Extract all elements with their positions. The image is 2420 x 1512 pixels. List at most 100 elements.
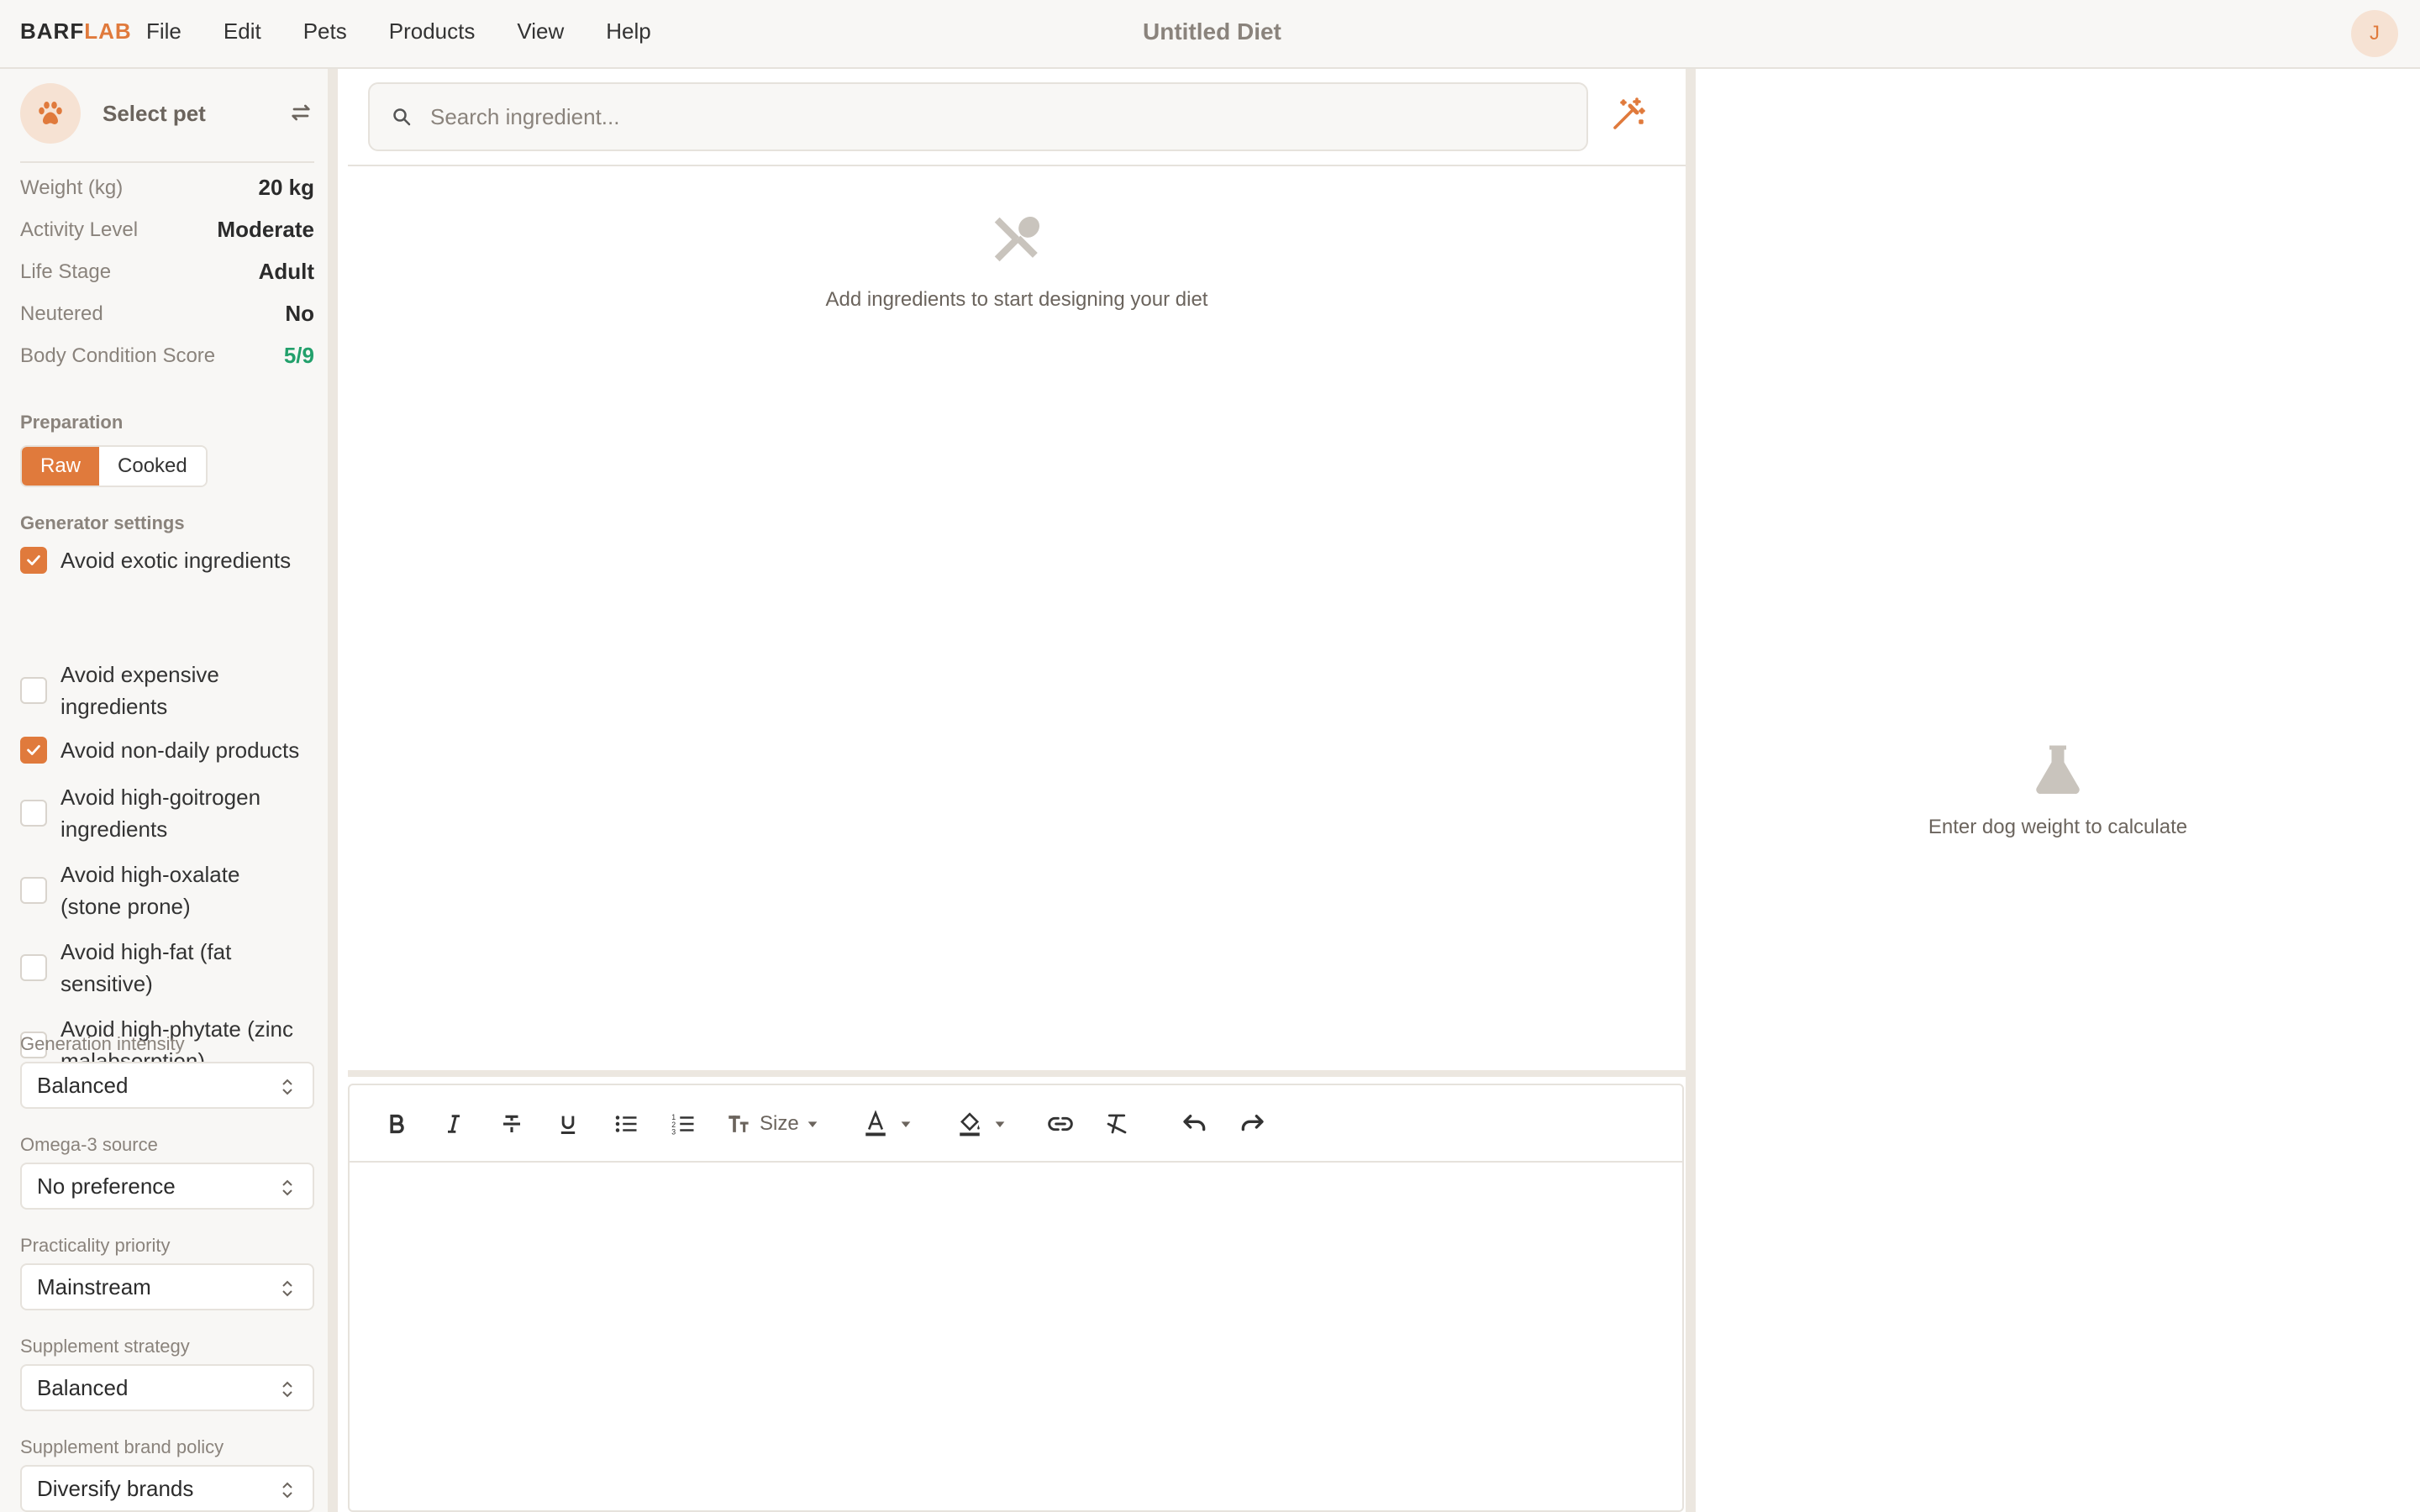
empty-ingredients-state: Add ingredients to start designing your … bbox=[348, 210, 1686, 312]
supplement-brand-policy-select[interactable]: Diversify brands bbox=[20, 1465, 314, 1512]
option-label: Avoid exotic ingredients bbox=[60, 548, 292, 573]
checkbox-unchecked[interactable] bbox=[20, 877, 47, 904]
practicality-priority-select[interactable]: Mainstream bbox=[20, 1263, 314, 1310]
check-icon bbox=[27, 555, 40, 565]
caret-down-icon bbox=[901, 1121, 911, 1127]
chevron-updown-icon bbox=[282, 1280, 292, 1297]
settings-sidebar: Select pet Weight (kg) 20 kg Activity Le… bbox=[0, 69, 338, 1512]
menu-bar: File Edit Pets Products View Help bbox=[146, 18, 693, 45]
menu-help[interactable]: Help bbox=[606, 18, 650, 45]
generator-option[interactable]: Avoid high-goitrogen ingredients bbox=[20, 781, 323, 845]
stat-value: Moderate bbox=[217, 217, 314, 242]
menu-products[interactable]: Products bbox=[389, 18, 476, 45]
select-value: Balanced bbox=[37, 1374, 129, 1400]
document-title[interactable]: Untitled Diet bbox=[1143, 18, 1281, 45]
strikethrough-icon[interactable] bbox=[499, 1107, 524, 1141]
font-size-label: Size bbox=[760, 1112, 799, 1135]
checkbox-checked[interactable] bbox=[20, 737, 47, 764]
pet-selector[interactable]: Select pet bbox=[20, 83, 314, 144]
resize-handle[interactable] bbox=[348, 1070, 1686, 1077]
swap-icon[interactable] bbox=[287, 99, 314, 126]
practicality-priority-label: Practicality priority bbox=[20, 1235, 171, 1256]
stat-weight: Weight (kg) 20 kg bbox=[20, 175, 314, 201]
stat-value: 5/9 bbox=[283, 343, 314, 368]
menu-edit[interactable]: Edit bbox=[224, 18, 261, 45]
notes-editor[interactable]: 123 Size bbox=[348, 1084, 1684, 1512]
link-icon[interactable] bbox=[1047, 1107, 1074, 1141]
omega-3-source-label: Omega-3 source bbox=[20, 1134, 158, 1155]
chevron-updown-icon bbox=[282, 1079, 292, 1095]
search-input[interactable] bbox=[430, 103, 1523, 130]
generator-option[interactable]: Avoid expensive ingredients bbox=[20, 659, 323, 722]
highlight-color-dropdown[interactable] bbox=[956, 1107, 1007, 1141]
chevron-updown-icon bbox=[282, 1381, 292, 1398]
divider bbox=[348, 165, 1686, 166]
select-value: Diversify brands bbox=[37, 1475, 194, 1501]
preparation-heading: Preparation bbox=[20, 412, 124, 433]
checkbox-unchecked[interactable] bbox=[20, 954, 47, 981]
pet-selector-label: Select pet bbox=[103, 100, 206, 126]
magic-wand-icon[interactable] bbox=[1608, 94, 1659, 144]
bullet-list-icon[interactable] bbox=[613, 1107, 639, 1141]
select-value: Mainstream bbox=[37, 1273, 151, 1299]
search-icon bbox=[393, 108, 411, 126]
supplement-strategy-select[interactable]: Balanced bbox=[20, 1364, 314, 1411]
stat-label: Life Stage bbox=[20, 260, 112, 283]
checkbox-unchecked[interactable] bbox=[20, 677, 47, 704]
underline-icon[interactable] bbox=[556, 1107, 580, 1141]
stat-value: 20 kg bbox=[258, 175, 315, 200]
raw-option[interactable]: Raw bbox=[22, 447, 100, 486]
option-label: Avoid high-oxalate (stone prone) bbox=[60, 862, 240, 919]
menu-pets[interactable]: Pets bbox=[303, 18, 347, 45]
checkbox-unchecked[interactable] bbox=[20, 800, 47, 827]
stat-value: Adult bbox=[258, 259, 314, 284]
generator-option[interactable]: Avoid non-daily products bbox=[20, 734, 323, 766]
generator-option[interactable]: Avoid high-oxalate (stone prone) bbox=[20, 858, 323, 922]
svg-text:3: 3 bbox=[671, 1128, 676, 1137]
diet-editor-panel: Add ingredients to start designing your … bbox=[348, 69, 1686, 1512]
paint-bucket-icon bbox=[960, 1112, 980, 1137]
user-avatar[interactable]: J bbox=[2351, 10, 2398, 57]
text-color-dropdown[interactable] bbox=[862, 1107, 913, 1141]
chevron-updown-icon bbox=[282, 1482, 292, 1499]
flask-icon bbox=[2036, 745, 2080, 795]
app-logo: BARFLAB bbox=[20, 18, 132, 45]
clear-formatting-icon[interactable] bbox=[1104, 1107, 1129, 1141]
generator-settings-heading: Generator settings bbox=[20, 512, 185, 533]
undo-icon[interactable] bbox=[1181, 1107, 1208, 1141]
bold-icon[interactable] bbox=[385, 1107, 408, 1141]
empty-ingredients-message: Add ingredients to start designing your … bbox=[825, 288, 1208, 311]
supplement-strategy-label: Supplement strategy bbox=[20, 1336, 190, 1357]
generation-intensity-select[interactable]: Balanced bbox=[20, 1062, 314, 1109]
cooked-option[interactable]: Cooked bbox=[99, 447, 206, 486]
option-label: Avoid high-fat (fat sensitive) bbox=[60, 939, 232, 996]
preparation-toggle: Raw Cooked bbox=[20, 445, 208, 487]
stat-body-condition-score: Body Condition Score 5/9 bbox=[20, 343, 314, 369]
generator-option[interactable]: Avoid high-fat (fat sensitive) bbox=[20, 936, 323, 1000]
editor-toolbar: 123 Size bbox=[350, 1085, 1682, 1163]
option-label: Avoid non-daily products bbox=[60, 738, 300, 763]
utensils-crossed-icon bbox=[994, 216, 1040, 262]
nutrition-analysis-panel: Enter dog weight to calculate bbox=[1686, 69, 2420, 1512]
text-color-icon bbox=[865, 1110, 886, 1137]
redo-icon[interactable] bbox=[1239, 1107, 1265, 1141]
menu-file[interactable]: File bbox=[146, 18, 182, 45]
divider bbox=[20, 161, 314, 163]
caret-down-icon bbox=[808, 1121, 818, 1127]
paw-icon bbox=[20, 83, 81, 144]
omega-3-source-select[interactable]: No preference bbox=[20, 1163, 314, 1210]
stat-label: Weight (kg) bbox=[20, 176, 124, 199]
font-size-dropdown[interactable]: Size bbox=[728, 1107, 819, 1141]
select-value: No preference bbox=[37, 1173, 176, 1199]
chevron-updown-icon bbox=[282, 1179, 292, 1196]
menu-view[interactable]: View bbox=[517, 18, 564, 45]
italic-icon[interactable] bbox=[442, 1107, 466, 1141]
stat-neutered: Neutered No bbox=[20, 301, 314, 327]
stat-life-stage: Life Stage Adult bbox=[20, 259, 314, 285]
ingredient-search[interactable] bbox=[368, 82, 1588, 151]
generator-option[interactable]: Avoid exotic ingredients bbox=[20, 544, 323, 576]
numbered-list-icon[interactable]: 123 bbox=[671, 1107, 696, 1141]
caret-down-icon bbox=[995, 1121, 1005, 1127]
select-value: Balanced bbox=[37, 1072, 129, 1098]
checkbox-checked[interactable] bbox=[20, 547, 47, 574]
